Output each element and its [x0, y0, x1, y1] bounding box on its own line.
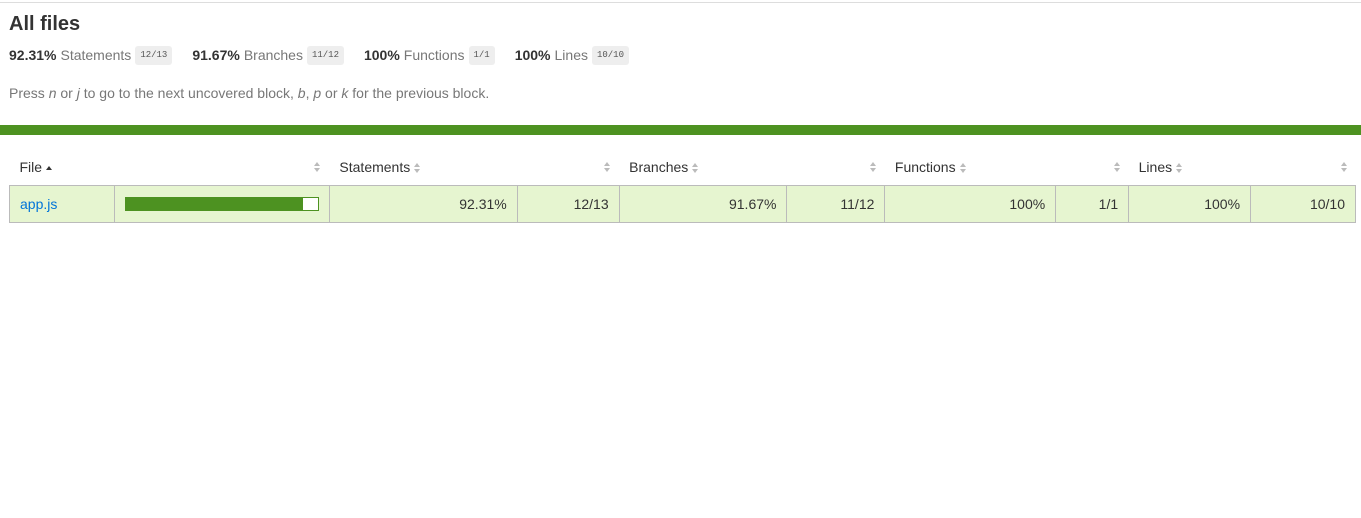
branches-fraction-cell: 11/12 — [786, 185, 886, 223]
summary-functions-pct: 100% — [363, 47, 400, 63]
table-section: File Statements Branches Functions Lines — [0, 135, 1361, 223]
header-lines[interactable]: Lines — [1129, 149, 1356, 186]
header-section: All files 92.31% Statements 12/13 91.67%… — [0, 3, 1361, 101]
summary-branches-fraction: 11/12 — [306, 45, 344, 65]
statements-pct-cell: 92.31% — [328, 185, 518, 223]
header-branches-label: Branches — [629, 159, 689, 175]
header-file[interactable]: File — [10, 149, 330, 186]
hint-key-b: b — [297, 85, 306, 101]
table-header-row: File Statements Branches Functions Lines — [10, 149, 1356, 186]
summary-statements: 92.31% Statements 12/13 — [9, 45, 173, 65]
sort-icon[interactable] — [869, 162, 877, 172]
header-lines-label: Lines — [1138, 159, 1173, 175]
sort-icon — [959, 163, 967, 174]
file-link[interactable]: app.js — [20, 196, 57, 212]
hint-text: for the previous block. — [348, 85, 490, 101]
summary-functions: 100% Functions 1/1 — [363, 45, 495, 65]
summary-branches: 91.67% Branches 11/12 — [192, 45, 344, 65]
lines-pct-cell: 100% — [1128, 185, 1252, 223]
header-file-label: File — [19, 159, 43, 175]
summary-functions-label: Functions — [403, 47, 465, 63]
hint-text: to go to the next uncovered block, — [79, 85, 298, 101]
sort-ascending-icon — [46, 163, 53, 173]
header-branches[interactable]: Branches — [619, 149, 885, 186]
sort-icon[interactable] — [1340, 162, 1348, 172]
functions-pct-cell: 100% — [884, 185, 1057, 223]
sort-icon — [414, 163, 421, 174]
sort-icon[interactable] — [1113, 162, 1121, 172]
coverage-table: File Statements Branches Functions Lines — [9, 149, 1356, 223]
page-title: All files — [9, 13, 81, 35]
summary-statements-label: Statements — [60, 47, 132, 63]
branches-pct-cell: 91.67% — [618, 185, 788, 223]
coverage-bar-cell — [113, 185, 330, 223]
summary-statements-pct: 92.31% — [9, 47, 57, 63]
header-statements[interactable]: Statements — [329, 149, 619, 186]
hint-key-p: p — [313, 85, 322, 101]
summary-branches-label: Branches — [243, 47, 303, 63]
header-functions[interactable]: Functions — [885, 149, 1129, 186]
header-functions-label: Functions — [894, 159, 956, 175]
summary-lines-fraction: 10/10 — [591, 45, 629, 65]
coverage-bar — [124, 197, 319, 211]
header-statements-label: Statements — [339, 159, 411, 175]
coverage-bar-fill — [125, 198, 304, 210]
lines-fraction-cell: 10/10 — [1250, 185, 1356, 223]
summary-branches-pct: 91.67% — [192, 47, 240, 63]
hint-text: or — [321, 85, 342, 101]
sort-icon — [1176, 163, 1183, 174]
keyboard-hint: Press n or j to go to the next uncovered… — [9, 85, 1352, 101]
file-cell: app.js — [9, 185, 115, 223]
hint-text: or — [56, 85, 77, 101]
summary-lines-pct: 100% — [514, 47, 551, 63]
summary-statements-fraction: 12/13 — [135, 45, 173, 65]
sort-icon[interactable] — [314, 162, 321, 172]
summary-functions-fraction: 1/1 — [468, 45, 495, 65]
coverage-status-line — [0, 125, 1361, 135]
statements-fraction-cell: 12/13 — [516, 185, 620, 223]
sort-icon[interactable] — [604, 162, 611, 172]
hint-text: Press — [9, 85, 49, 101]
table-row: app.js 92.31% 12/13 91.67% 11/12 100% 1/… — [9, 185, 1356, 223]
sort-icon — [692, 163, 699, 174]
coverage-summary: 92.31% Statements 12/13 91.67% Branches … — [9, 45, 1352, 65]
summary-lines: 100% Lines 10/10 — [514, 45, 629, 65]
functions-fraction-cell: 1/1 — [1055, 185, 1130, 223]
summary-lines-label: Lines — [554, 47, 588, 63]
